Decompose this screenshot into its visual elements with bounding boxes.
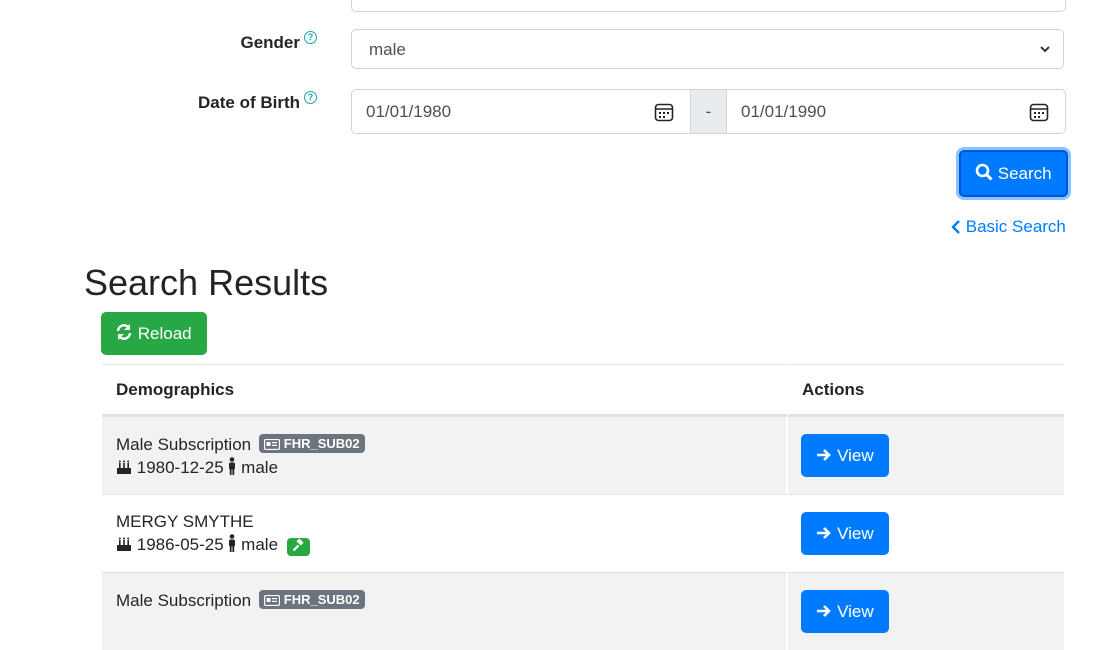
- refresh-icon: [116, 324, 132, 340]
- birthday-cake-icon: [117, 537, 131, 551]
- results-table: Demographics Actions Male Subscription F…: [102, 364, 1064, 650]
- id-badge: FHR_SUB02: [259, 590, 365, 609]
- male-icon: [229, 533, 236, 552]
- gavel-icon: [286, 537, 310, 556]
- help-icon[interactable]: ?: [304, 91, 317, 104]
- column-header-actions: Actions: [788, 364, 1064, 416]
- birthday-cake-icon: [117, 460, 131, 474]
- table-row: Male Subscription FHR_SUB02 View: [102, 572, 1064, 650]
- view-button[interactable]: View: [801, 512, 889, 555]
- gender-label: Gender?: [240, 31, 317, 53]
- dob-to-input[interactable]: 01/01/1990: [726, 89, 1066, 134]
- reload-button[interactable]: Reload: [101, 312, 207, 355]
- arrow-right-icon: [817, 605, 832, 617]
- calendar-icon[interactable]: [1029, 102, 1049, 122]
- person-name: MERGY SMYTHE: [116, 511, 254, 531]
- person-meta: 1986-05-25 male: [116, 533, 772, 556]
- arrow-right-icon: [817, 527, 832, 539]
- help-icon[interactable]: ?: [304, 31, 317, 44]
- actions-cell: View: [788, 416, 1064, 494]
- calendar-icon[interactable]: [654, 102, 674, 122]
- demographics-cell: MERGY SMYTHE 1986-05-25 male: [102, 494, 788, 572]
- dob-range: 01/01/1980 - 01/01/1990: [351, 89, 1066, 134]
- id-card-icon: [264, 438, 281, 450]
- dob-from-input[interactable]: 01/01/1980: [351, 89, 691, 134]
- actions-cell: View: [788, 572, 1064, 650]
- view-button[interactable]: View: [801, 434, 889, 477]
- actions-cell: View: [788, 494, 1064, 572]
- gender-select[interactable]: male: [351, 29, 1064, 69]
- person-meta: [116, 613, 772, 633]
- dob-label: Date of Birth?: [198, 91, 317, 113]
- id-badge: FHR_SUB02: [259, 433, 365, 453]
- basic-search-link[interactable]: Basic Search: [951, 217, 1066, 237]
- male-icon: [229, 456, 236, 475]
- arrow-right-icon: [817, 449, 832, 461]
- table-row: MERGY SMYTHE 1986-05-25 male View: [102, 494, 1064, 572]
- top-input-partial[interactable]: [351, 0, 1066, 12]
- column-header-demographics: Demographics: [102, 364, 788, 416]
- demographics-cell: Male Subscription FHR_SUB02 1980-12-25 m…: [102, 416, 788, 494]
- person-name: Male Subscription FHR_SUB02: [116, 433, 772, 455]
- search-button[interactable]: Search: [959, 150, 1068, 197]
- table-row: Male Subscription FHR_SUB02 1980-12-25 m…: [102, 416, 1064, 494]
- person-name: Male Subscription FHR_SUB02: [116, 590, 772, 611]
- search-results-heading: Search Results: [84, 262, 329, 303]
- chevron-down-icon: [1039, 30, 1051, 86]
- search-icon: [975, 163, 993, 181]
- table-header-row: Demographics Actions: [102, 364, 1064, 416]
- date-separator: -: [691, 89, 726, 134]
- id-card-icon: [264, 595, 281, 606]
- view-button[interactable]: View: [801, 590, 889, 633]
- chevron-left-icon: [951, 220, 960, 234]
- person-meta: 1980-12-25 male: [116, 456, 772, 478]
- demographics-cell: Male Subscription FHR_SUB02: [102, 572, 788, 650]
